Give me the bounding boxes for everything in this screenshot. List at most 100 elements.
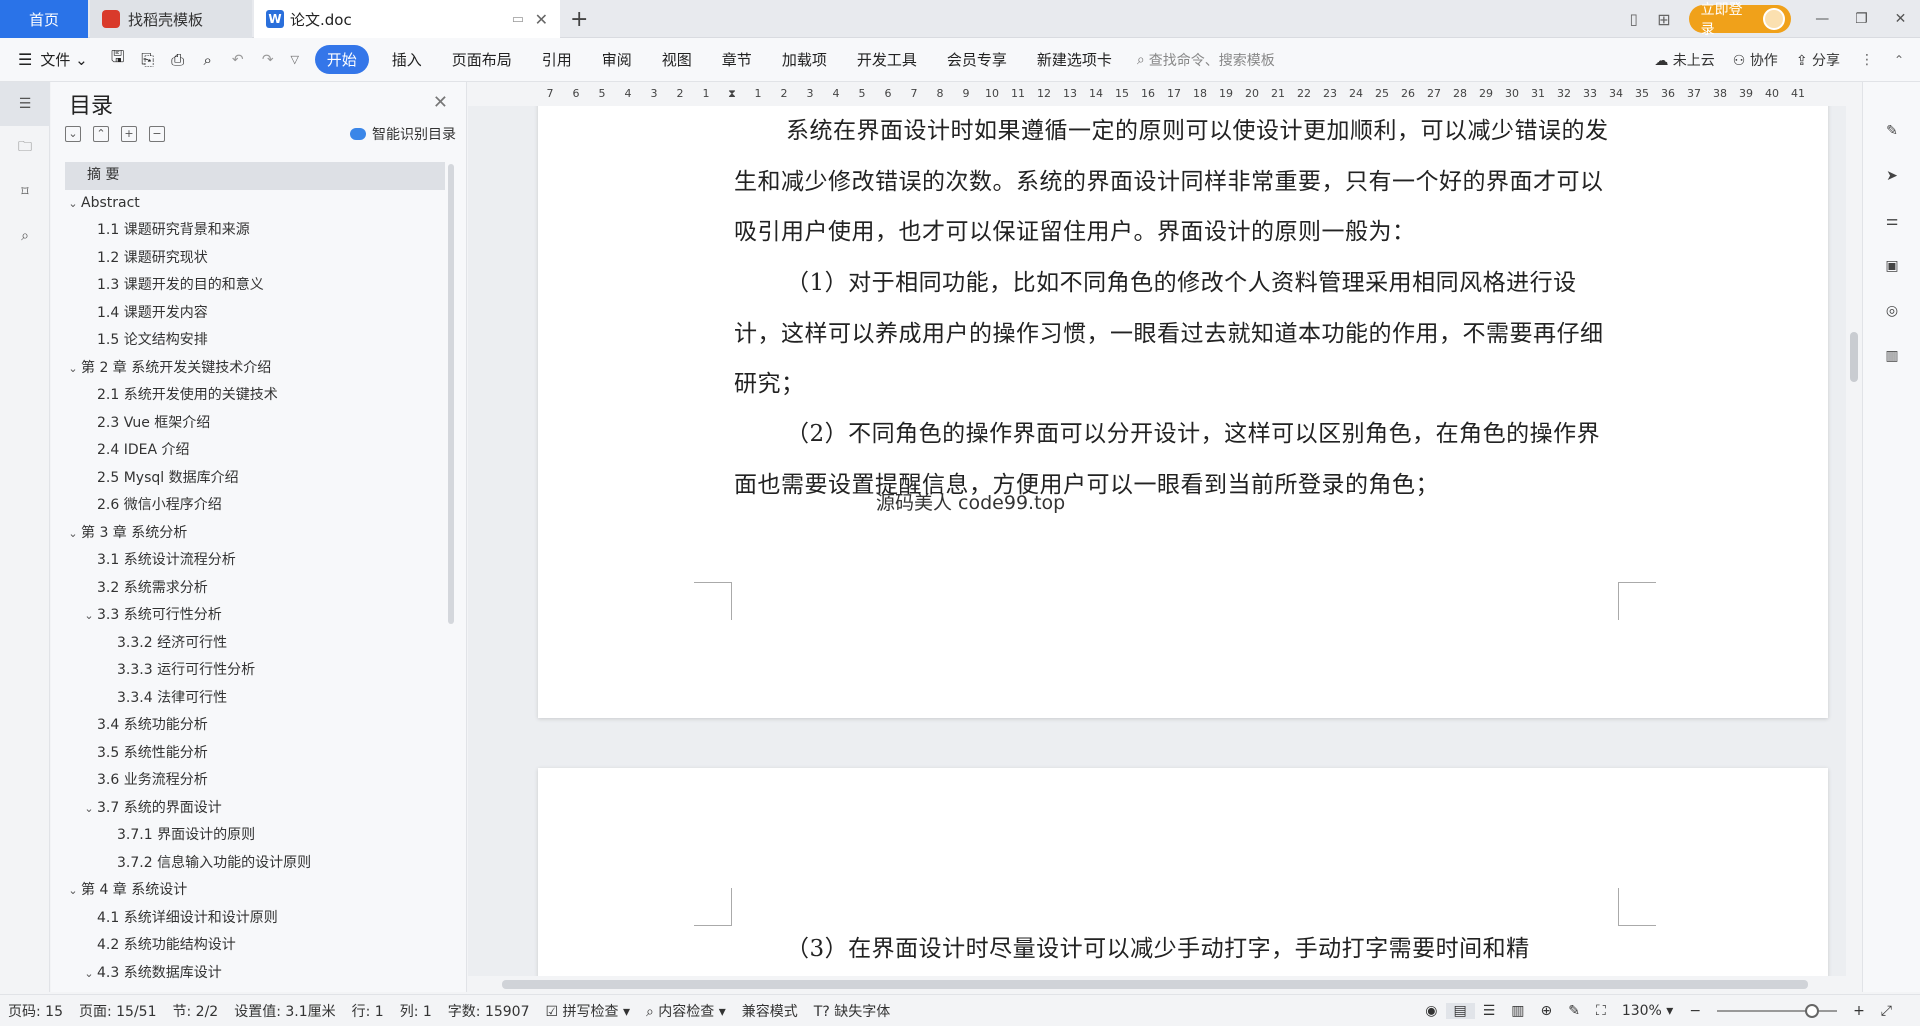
chevron-down-icon[interactable]: ⌄	[65, 877, 81, 905]
menu-file[interactable]: 文件 ⌄	[32, 49, 102, 70]
menu-view[interactable]: 视图	[647, 49, 707, 70]
toc-item[interactable]: 1.4 课题开发内容	[65, 300, 445, 328]
outline-view-icon[interactable]: ☰	[1475, 1003, 1504, 1019]
zoom-in-icon[interactable]: +	[1845, 1003, 1873, 1019]
toc-item[interactable]: 4.2 系统功能结构设计	[65, 932, 445, 960]
toc-item[interactable]: 2.1 系统开发使用的关键技术	[65, 382, 445, 410]
redo-icon[interactable]: ↷	[253, 52, 283, 68]
toc-item[interactable]: ⌄ 3.3 系统可行性分析	[65, 602, 445, 630]
page-number[interactable]: 页码: 15	[0, 1001, 71, 1021]
remove-heading-icon[interactable]: −	[149, 126, 165, 142]
toc-item[interactable]: 2.3 Vue 框架介绍	[65, 410, 445, 438]
position-setting[interactable]: 设置值: 3.1厘米	[226, 1001, 343, 1021]
toc-item[interactable]: 1.5 论文结构安排	[65, 327, 445, 355]
menu-insert[interactable]: 插入	[377, 49, 437, 70]
eye-icon[interactable]: ◉	[1417, 1003, 1445, 1019]
menu-start[interactable]: 开始	[314, 45, 369, 74]
vertical-scrollbar[interactable]	[1846, 82, 1862, 992]
print-preview-icon[interactable]: ⌕	[193, 51, 223, 69]
toc-item[interactable]: ⌄ 第 2 章 系统开发关键技术介绍	[65, 355, 445, 383]
tab-document[interactable]: W 论文.doc ▭ ✕	[254, 0, 560, 38]
share-button[interactable]: ⇪ 分享	[1796, 50, 1840, 70]
chevron-down-icon[interactable]: ⌄	[81, 602, 97, 630]
web-view-icon[interactable]: ⊕	[1533, 1003, 1561, 1019]
scrollbar-thumb[interactable]	[502, 980, 1808, 989]
toc-item[interactable]: 2.6 微信小程序介绍	[65, 492, 445, 520]
close-window-icon[interactable]: ✕	[1881, 11, 1920, 27]
collapse-all-icon[interactable]: ⌃	[93, 126, 109, 142]
missing-font[interactable]: T? 缺失字体	[806, 1001, 898, 1021]
menu-developer[interactable]: 开发工具	[842, 49, 932, 70]
toc-item[interactable]: 3.6 业务流程分析	[65, 767, 445, 795]
save-icon[interactable]: 🖫	[103, 46, 133, 73]
expand-all-icon[interactable]: ⌄	[65, 126, 81, 142]
fit-page-icon[interactable]: ⛶	[1588, 1003, 1614, 1019]
chevron-down-icon[interactable]: ⌄	[65, 355, 81, 383]
collapse-ribbon-icon[interactable]: ⌃	[1894, 53, 1904, 67]
toc-item[interactable]: 2.4 IDEA 介绍	[65, 437, 445, 465]
bookmark-icon[interactable]: ⌑	[0, 170, 50, 214]
sliders-icon[interactable]: ⚌	[1863, 198, 1920, 243]
horizontal-ruler[interactable]: 7 6 5 4 3 2 1 ⧗ 1 2 3 4 5 6 7 8 9 10 11 12 13 14 15 16 17 18 19 20 2…	[468, 82, 1846, 106]
toc-item[interactable]: ⌄ 4.3 系统数据库设计	[65, 960, 445, 988]
toc-item[interactable]: 3.7.1 界面设计的原则	[65, 822, 445, 850]
pen-icon[interactable]: ✎	[1863, 108, 1920, 153]
minimize-icon[interactable]: —	[1803, 11, 1842, 27]
book-icon[interactable]: ▥	[1863, 333, 1920, 378]
menu-addins[interactable]: 加载项	[767, 49, 842, 70]
collab-button[interactable]: ⚇ 协作	[1733, 50, 1778, 70]
login-button[interactable]: 立即登录	[1688, 2, 1791, 38]
chapter-nav-icon[interactable]: 🗀	[0, 126, 50, 170]
toc-item[interactable]: ⌄ Abstract	[65, 190, 445, 218]
compass-icon[interactable]: ◎	[1863, 288, 1920, 333]
close-icon[interactable]: ✕	[433, 92, 448, 113]
toc-item[interactable]: 3.2 系统需求分析	[65, 575, 445, 603]
toc-item[interactable]: 3.3.4 法律可行性	[65, 685, 445, 713]
more-options-icon[interactable]: ⋮	[1860, 52, 1874, 68]
undo-icon[interactable]: ↶	[223, 52, 253, 68]
page-view-icon[interactable]: ▤	[1445, 1002, 1475, 1019]
toc-item[interactable]: 3.7.2 信息输入功能的设计原则	[65, 850, 445, 878]
paragraph[interactable]: 系统在界面设计时如果遵循一定的原则可以使设计更加顺利，可以减少错误的发生和减少修…	[734, 106, 1618, 258]
zoom-slider-handle[interactable]	[1805, 1003, 1820, 1018]
menu-member[interactable]: 会员专享	[932, 49, 1022, 70]
menu-chapter[interactable]: 章节	[707, 49, 767, 70]
section[interactable]: 节: 2/2	[165, 1001, 227, 1021]
read-mode-icon[interactable]: ▥	[1503, 1003, 1532, 1019]
toc-item[interactable]: 3.3.2 经济可行性	[65, 630, 445, 658]
find-icon[interactable]: ⌕	[0, 214, 50, 258]
menu-new-tab[interactable]: 新建选项卡	[1022, 49, 1127, 70]
zoom-level[interactable]: 130% ▾	[1614, 1003, 1682, 1019]
toc-item[interactable]: 1.2 课题研究现状	[65, 245, 445, 273]
new-tab-button[interactable]: +	[570, 0, 600, 38]
toc-item[interactable]: 1.3 课题开发的目的和意义	[65, 272, 445, 300]
layout-icon[interactable]: ▯	[1620, 10, 1647, 28]
toc-item[interactable]: 3.1 系统设计流程分析	[65, 547, 445, 575]
chevron-down-icon[interactable]: ⌄	[81, 960, 97, 988]
tab-daoke-templates[interactable]: 找稻壳模板	[90, 0, 252, 38]
menu-page-layout[interactable]: 页面布局	[437, 49, 527, 70]
horizontal-scrollbar[interactable]	[468, 976, 1846, 992]
fullscreen-icon[interactable]: ⤢	[1873, 1003, 1900, 1019]
toc-panel-icon[interactable]: ☰	[0, 82, 50, 126]
cloud-status[interactable]: ☁ 未上云	[1654, 50, 1714, 70]
paragraph[interactable]: （2）不同角色的操作界面可以分开设计，这样可以区别角色，在角色的操作界面也需要设…	[734, 409, 1618, 510]
zoom-slider[interactable]	[1717, 1003, 1838, 1018]
toc-item[interactable]: 摘 要	[65, 162, 445, 190]
toc-item[interactable]: 3.3.3 运行可行性分析	[65, 657, 445, 685]
toc-item[interactable]: 4.1 系统详细设计和设计原则	[65, 905, 445, 933]
edit-pen-icon[interactable]: ✎	[1560, 1003, 1588, 1019]
close-tab-icon[interactable]: ✕	[535, 10, 548, 29]
toc-item[interactable]: ⌄ 第 3 章 系统分析	[65, 520, 445, 548]
paragraph[interactable]: （1）对于相同功能，比如不同角色的修改个人资料管理采用相同风格进行设计，这样可以…	[734, 258, 1618, 410]
word-count[interactable]: 字数: 15907	[440, 1001, 538, 1021]
print-icon[interactable]: ⎙	[163, 50, 193, 70]
chevron-down-icon[interactable]: ⌄	[65, 520, 81, 548]
restore-icon[interactable]: ❐	[1842, 11, 1881, 27]
hamburger-icon[interactable]: ☰	[18, 50, 32, 69]
quick-access-dropdown-icon[interactable]: ▽	[283, 53, 307, 66]
tab-home[interactable]: 首页	[0, 0, 88, 38]
toc-scrollbar[interactable]	[448, 164, 454, 624]
paragraph[interactable]: （3）在界面设计时尽量设计可以减少手动打字，手动打字需要时间和精	[734, 924, 1618, 975]
scrollbar-thumb[interactable]	[1850, 332, 1858, 382]
